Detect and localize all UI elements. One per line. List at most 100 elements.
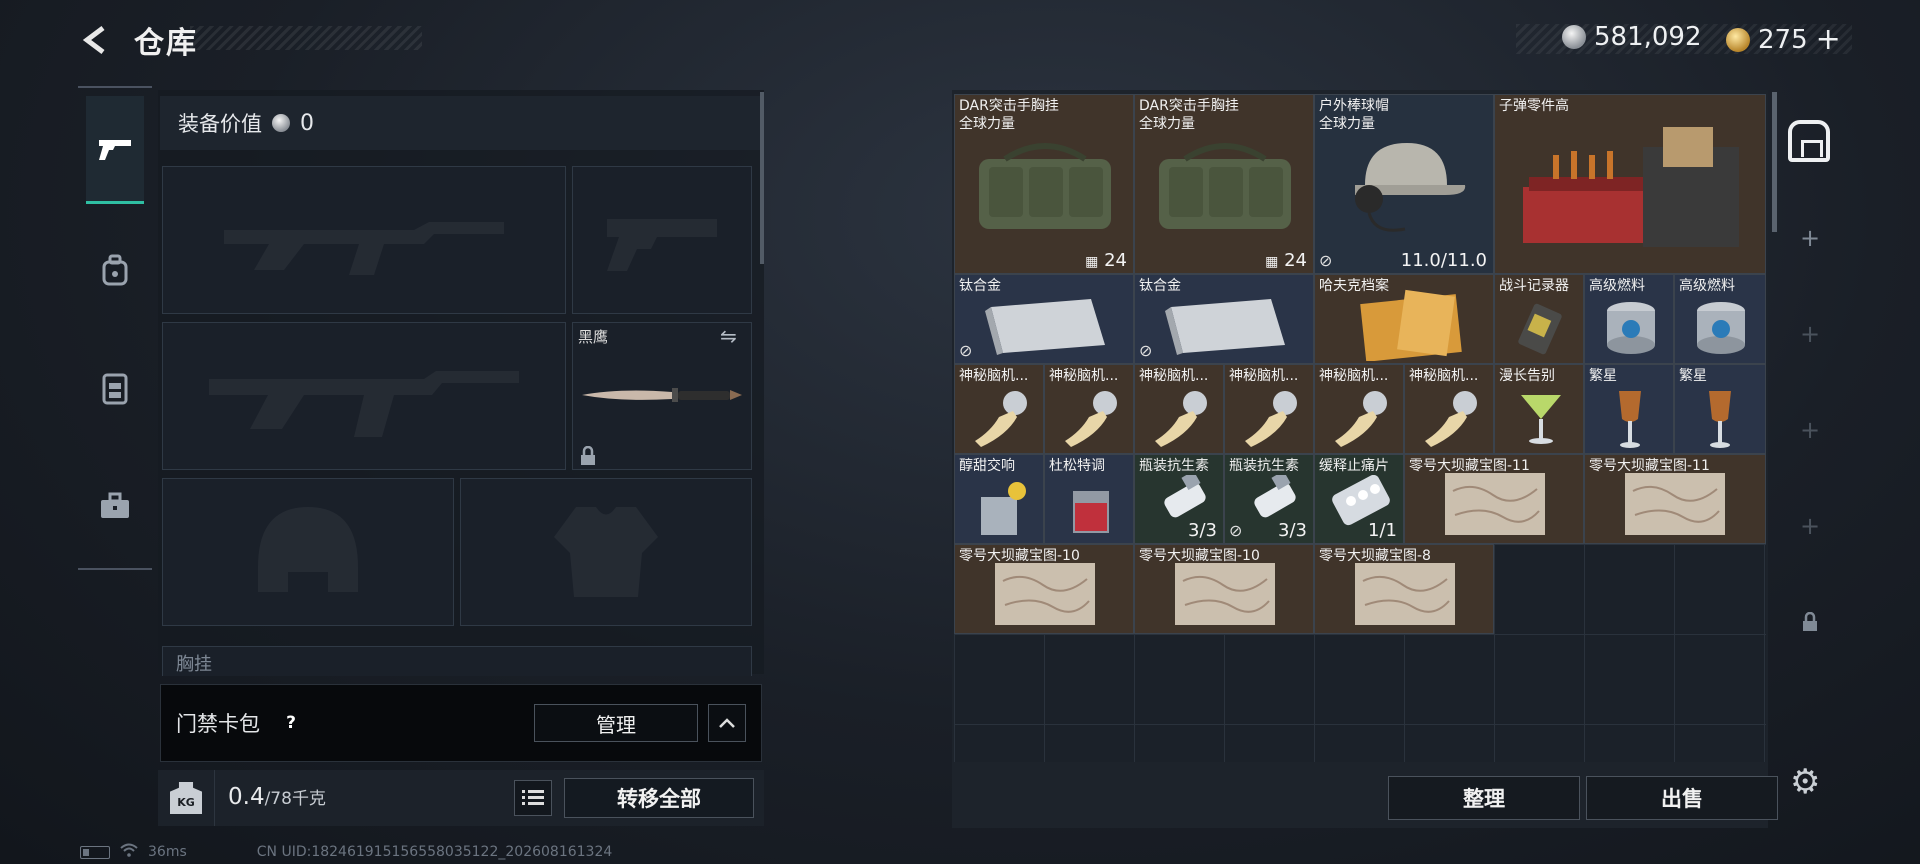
warehouse-item[interactable]: 神秘脑机... <box>1044 364 1134 454</box>
warehouse-item[interactable]: 醇甜交响 <box>954 454 1044 544</box>
warehouse-item[interactable]: DAR突击手胸挂 全球力量 ▦ 24 <box>954 94 1134 274</box>
rifle-silhouette-icon <box>209 371 519 437</box>
warehouse-item[interactable]: 高级燃料 <box>1584 274 1674 364</box>
title-decoration <box>190 26 422 50</box>
warehouse-item[interactable]: 钛合金 ⊘ <box>954 274 1134 364</box>
primary-weapon-slot[interactable] <box>162 166 566 314</box>
warehouse-item[interactable]: 漫长告别 <box>1494 364 1584 454</box>
warehouse-scrollbar[interactable] <box>1772 92 1777 232</box>
secondary-weapon-slot[interactable] <box>162 322 566 470</box>
plus-icon: + <box>1799 512 1821 540</box>
fuel-can-image <box>1607 302 1655 354</box>
list-view-button[interactable] <box>514 780 552 816</box>
warehouse-item[interactable]: 杜松特调 <box>1044 454 1134 544</box>
item-name: 零号大坝藏宝图-10 <box>959 548 1080 564</box>
collapse-button[interactable] <box>708 704 746 742</box>
antibiotic-bottle-image <box>1254 475 1296 518</box>
treasure-map-image <box>1355 563 1455 625</box>
battery-icon <box>80 845 110 859</box>
pistol-slot[interactable] <box>572 166 752 314</box>
warehouse-item[interactable]: 神秘脑机... <box>1404 364 1494 454</box>
divider <box>214 770 215 826</box>
warehouse-item[interactable]: 战斗记录器 <box>1494 274 1584 364</box>
help-icon[interactable]: ? <box>278 710 304 736</box>
warehouse-item[interactable]: 瓶装抗生素 3/3 <box>1134 454 1224 544</box>
helmet-slot[interactable] <box>162 478 454 626</box>
plus-icon: + <box>1799 320 1821 348</box>
lock-icon <box>580 445 596 471</box>
silver-currency: 581,092 <box>1562 22 1702 52</box>
chest-rig-image <box>1159 143 1291 229</box>
storage-bag-icon[interactable] <box>1788 120 1830 162</box>
add-storage-button[interactable]: + <box>1790 506 1830 546</box>
add-storage-button[interactable]: + <box>1790 218 1830 258</box>
item-count: 1/1 <box>1368 520 1397 541</box>
warehouse-item[interactable]: 哈夫克档案 <box>1314 274 1494 364</box>
rifle-silhouette-icon <box>224 222 504 275</box>
warehouse-item[interactable]: 零号大坝藏宝图-11 <box>1584 454 1766 544</box>
warehouse-item[interactable]: 零号大坝藏宝图-10 <box>954 544 1134 634</box>
tab-backpack[interactable] <box>86 240 144 300</box>
warehouse-item[interactable]: 零号大坝藏宝图-11 <box>1404 454 1584 544</box>
warehouse-item[interactable]: 繁星 <box>1584 364 1674 454</box>
item-name: 瓶装抗生素 <box>1229 458 1299 474</box>
tab-case[interactable] <box>86 476 144 536</box>
weight-current: 0.4 <box>228 784 265 810</box>
sell-button[interactable]: 出售 <box>1586 776 1778 820</box>
armor-slot[interactable] <box>460 478 752 626</box>
left-scrollbar[interactable] <box>760 92 764 264</box>
item-name: DAR突击手胸挂 全球力量 <box>1139 98 1239 132</box>
warehouse-item[interactable]: 瓶装抗生素 ⊘ 3/3 <box>1224 454 1314 544</box>
champagne-glass-image <box>1709 391 1731 448</box>
warehouse-item[interactable]: 零号大坝藏宝图-8 <box>1314 544 1494 634</box>
item-name: 神秘脑机... <box>1049 368 1119 384</box>
add-storage-button[interactable]: + <box>1790 314 1830 354</box>
gold-amount: 275 <box>1758 24 1808 55</box>
swap-icon[interactable]: ⇋ <box>720 324 737 348</box>
warehouse-item[interactable]: 缓释止痛片 1/1 <box>1314 454 1404 544</box>
locked-storage[interactable] <box>1790 602 1830 642</box>
add-storage-button[interactable]: + <box>1790 410 1830 450</box>
champagne-glass-image <box>1619 391 1641 448</box>
pistol-silhouette-icon <box>607 219 717 271</box>
item-name: 神秘脑机... <box>1229 368 1299 384</box>
item-name: 零号大坝藏宝图-11 <box>1409 458 1530 474</box>
vest-icon <box>102 373 128 405</box>
chevron-up-icon <box>719 718 735 728</box>
warehouse-item[interactable]: 户外棒球帽 全球力量 ⊘ 11.0/11.0 <box>1314 94 1494 274</box>
tab-vest[interactable] <box>86 358 144 418</box>
warehouse-item[interactable]: DAR突击手胸挂 全球力量 ▦ 24 <box>1134 94 1314 274</box>
warehouse-item[interactable]: 子弹零件高 <box>1494 94 1766 274</box>
item-name: 高级燃料 <box>1589 278 1645 294</box>
tab-weapons[interactable] <box>86 96 144 204</box>
item-name: 零号大坝藏宝图-8 <box>1319 548 1431 564</box>
durability-icon: ⊘ <box>959 341 973 360</box>
weight-max: /78千克 <box>264 789 326 809</box>
gold-currency[interactable]: 275 + <box>1726 22 1841 57</box>
warehouse-item[interactable]: 钛合金 ⊘ <box>1134 274 1314 364</box>
item-name: 零号大坝藏宝图-11 <box>1589 458 1710 474</box>
warehouse-item[interactable]: 神秘脑机... <box>954 364 1044 454</box>
durability-icon: ⊘ <box>1319 251 1333 270</box>
warehouse-item[interactable]: 神秘脑机... <box>1314 364 1404 454</box>
back-button[interactable] <box>78 22 114 58</box>
item-name: 户外棒球帽 全球力量 <box>1319 98 1389 132</box>
manage-button[interactable]: 管理 <box>534 704 698 742</box>
keycard-pack-label: 门禁卡包 <box>176 712 260 736</box>
warehouse-item[interactable]: 繁星 <box>1674 364 1766 454</box>
item-name: 战斗记录器 <box>1499 278 1569 294</box>
brain-chip-image <box>1065 391 1117 447</box>
warehouse-item[interactable]: 神秘脑机... <box>1224 364 1314 454</box>
item-name: 繁星 <box>1589 368 1617 384</box>
warehouse-item[interactable]: 高级燃料 <box>1674 274 1766 364</box>
silver-coin-icon <box>272 114 290 132</box>
antibiotic-bottle-image <box>1164 475 1206 518</box>
item-count: 3/3 <box>1278 520 1307 541</box>
warehouse-item[interactable]: 零号大坝藏宝图-10 <box>1134 544 1314 634</box>
warehouse-item[interactable]: 神秘脑机... <box>1134 364 1224 454</box>
settings-gear-icon[interactable]: ⚙ <box>1790 762 1820 802</box>
transfer-all-button[interactable]: 转移全部 <box>564 778 754 818</box>
add-gold-button[interactable]: + <box>1816 22 1841 57</box>
sort-button[interactable]: 整理 <box>1388 776 1580 820</box>
treasure-map-image <box>1175 563 1275 625</box>
